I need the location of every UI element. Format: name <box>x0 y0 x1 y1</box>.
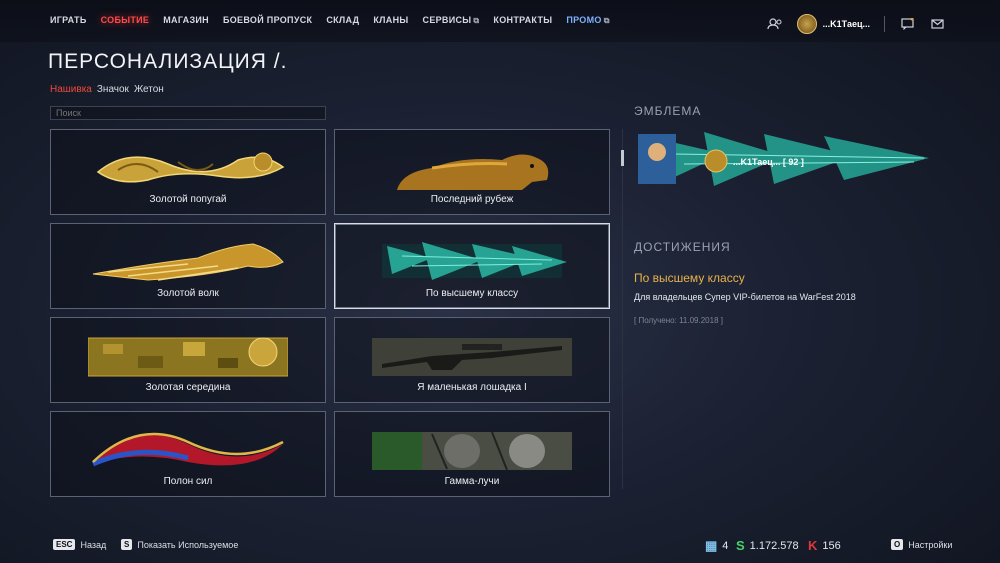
nav-promo-label: ПРОМО <box>566 15 602 25</box>
currency-a: ▦ 4 <box>705 538 728 554</box>
messages-icon[interactable] <box>899 17 915 31</box>
nav-services[interactable]: СЕРВИСЫ ⧉ <box>423 15 480 26</box>
show-used-label: Показать Используемое <box>137 539 239 550</box>
currency-k-value: 156 <box>822 539 841 552</box>
esc-key: ESC <box>53 539 76 550</box>
external-link-icon: ⧉ <box>603 16 610 25</box>
external-link-icon: ⧉ <box>473 16 480 25</box>
top-right-controls: ...K1Таец... <box>767 14 945 34</box>
items-grid: Золотой попугай Последний рубеж Золотой … <box>50 129 610 497</box>
item-card[interactable]: Я маленькая лошадка I <box>334 317 610 403</box>
item-name: Золотой попугай <box>149 194 227 205</box>
page-title: ПЕРСОНАЛИЗАЦИЯ /. <box>48 50 288 73</box>
scrollbar-thumb[interactable] <box>621 150 624 166</box>
gold-wolf-art <box>92 243 284 281</box>
item-name: Золотая середина <box>145 382 231 393</box>
nav-contracts[interactable]: КОНТРАКТЫ <box>493 15 552 26</box>
o-key: O <box>891 539 904 550</box>
gamma-faces-art <box>372 431 572 471</box>
mail-icon[interactable] <box>929 17 945 31</box>
currency-a-value: 4 <box>722 540 729 552</box>
nav-battle-pass[interactable]: БОЕВОЙ ПРОПУСК <box>223 15 312 26</box>
profile[interactable]: ...K1Таец... <box>796 14 870 34</box>
achievements-title: ДОСТИЖЕНИЯ <box>634 240 731 254</box>
tab-patch[interactable]: Нашивка <box>50 84 92 95</box>
item-name: Я маленькая лошадка I <box>417 382 527 393</box>
back-button[interactable]: ESC Назад <box>53 539 106 550</box>
nav-play[interactable]: ИГРАТЬ <box>50 15 87 26</box>
rifle-art <box>372 338 572 376</box>
scrollbar-track[interactable] <box>622 129 623 489</box>
achievement-name: По высшему классу <box>634 271 745 285</box>
search-input[interactable] <box>50 106 326 120</box>
currency-s: S 1.172.578 <box>736 538 799 553</box>
nav-warehouse[interactable]: СКЛАД <box>326 15 359 26</box>
achievement-description: Для владельцев Супер VIP-билетов на WarF… <box>634 292 856 302</box>
nav-event[interactable]: СОБЫТИЕ <box>101 15 150 26</box>
username: ...K1Таец... <box>822 19 870 29</box>
settings-button[interactable]: O Настройки <box>891 539 952 550</box>
crate-icon: ▦ <box>705 538 718 553</box>
top-nav-bar: ИГРАТЬ СОБЫТИЕ МАГАЗИН БОЕВОЙ ПРОПУСК СК… <box>0 0 1000 42</box>
item-name: Гамма-лучи <box>444 476 500 487</box>
achievement-date: [ Получено: 11.09.2018 ] <box>634 316 723 325</box>
tab-token[interactable]: Жетон <box>134 84 164 95</box>
item-name: Последний рубеж <box>430 194 514 205</box>
item-card[interactable]: Последний рубеж <box>334 129 610 215</box>
teal-shards-art <box>382 242 567 280</box>
item-card[interactable]: Золотая середина <box>50 317 326 403</box>
currency-s-value: 1.172.578 <box>749 539 799 552</box>
item-card-selected[interactable]: По высшему классу <box>334 223 610 309</box>
item-name: Полон сил <box>163 476 213 487</box>
nav-promo[interactable]: ПРОМО ⧉ <box>566 15 609 26</box>
item-name: По высшему классу <box>425 288 519 299</box>
tab-badge[interactable]: Значок <box>97 84 129 95</box>
gold-parrot-art <box>96 152 285 183</box>
item-card[interactable]: Полон сил <box>50 411 326 497</box>
nav-shop[interactable]: МАГАЗИН <box>163 15 209 26</box>
friends-icon[interactable] <box>767 17 783 31</box>
rank-badge-icon <box>796 14 817 34</box>
nav-clans[interactable]: КЛАНЫ <box>373 15 408 26</box>
currency-k: K 156 <box>808 538 841 553</box>
item-card[interactable]: Золотой волк <box>50 223 326 309</box>
emblem-nickname: ...K1Таец... [ 92 ] <box>733 157 804 167</box>
nav-services-label: СЕРВИСЫ <box>422 15 472 25</box>
item-name: Золотой волк <box>157 288 219 299</box>
divider <box>884 16 885 32</box>
warbucks-icon: S <box>736 538 745 553</box>
subtabs: Нашивка Значок Жетон <box>50 84 164 95</box>
main-nav: ИГРАТЬ СОБЫТИЕ МАГАЗИН БОЕВОЙ ПРОПУСК СК… <box>50 15 624 26</box>
show-used-button[interactable]: S Показать Используемое <box>121 539 238 550</box>
kredits-icon: K <box>808 538 818 553</box>
back-label: Назад <box>80 539 107 550</box>
emblem-title: ЭМБЛЕМА <box>634 104 702 118</box>
item-card[interactable]: Золотой попугай <box>50 129 326 215</box>
bear-art <box>397 154 549 190</box>
gold-camo-art <box>88 337 288 377</box>
s-key: S <box>121 539 133 550</box>
flag-ribbon-art <box>91 432 284 467</box>
item-card[interactable]: Гамма-лучи <box>334 411 610 497</box>
settings-label: Настройки <box>908 539 953 550</box>
